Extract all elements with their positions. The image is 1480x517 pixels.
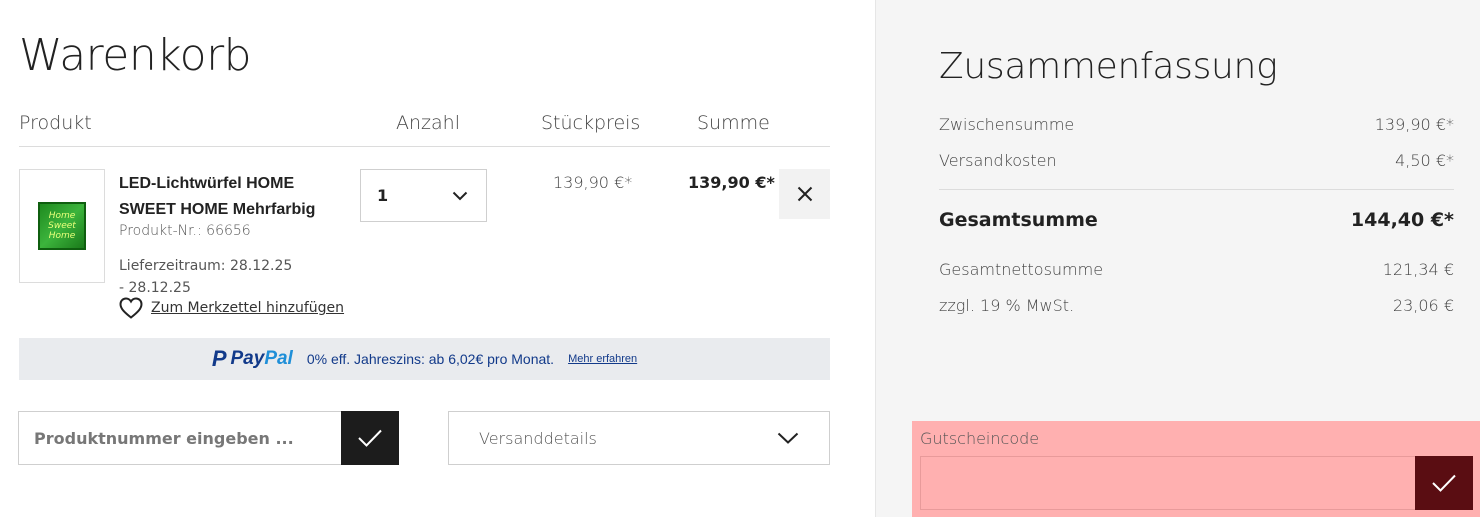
paypal-installment-text: 0% eff. Jahreszins: ab 6,02€ pro Monat. [306,351,555,367]
quantity-select[interactable]: 1 [360,169,487,222]
net-total-value: 121,34 € [1382,260,1454,279]
summary-title: Zusammenfassung [939,46,1278,87]
product-image-content: Home Sweet Home [38,202,86,250]
subtotal-value: 139,90 €* [1374,115,1454,134]
total-value: 144,40 €* [1350,209,1454,231]
voucher-label: Gutscheincode [920,429,1040,448]
page-title: Warenkorb [19,30,252,81]
remove-item-button[interactable] [779,169,830,219]
column-header-quantity: Anzahl [396,112,460,134]
product-name-link[interactable]: LED-Lichtwürfel HOME SWEET HOME Mehrfarb… [119,171,349,223]
shipping-details-dropdown[interactable]: Versanddetails [448,411,830,465]
shipping-cost-label: Versandkosten [939,151,1057,170]
product-number-input[interactable] [18,411,342,465]
total-row: Gesamtsumme 144,40 €* [939,209,1454,231]
heart-icon [119,297,143,319]
column-header-product: Produkt [19,112,92,134]
wishlist-label: Zum Merkzettel hinzufügen [151,300,345,316]
column-header-sum: Summe [697,112,770,134]
subtotal-row: Zwischensumme 139,90 €* [939,115,1454,134]
paypal-installment-banner: P PayPal 0% eff. Jahreszins: ab 6,02€ pr… [19,338,830,380]
summary-divider [939,189,1454,190]
add-to-wishlist-link[interactable]: Zum Merkzettel hinzufügen [119,297,344,319]
column-header-unit-price: Stückpreis [541,112,641,134]
tax-row: zzgl. 19 % MwSt. 23,06 € [939,296,1454,315]
paypal-mark: P [211,346,227,371]
shipping-details-label: Versanddetails [479,428,597,448]
paypal-wordmark-pal: Pal [264,348,293,369]
line-total: 139,90 €* [688,173,775,192]
shipping-cost-row: Versandkosten 4,50 €* [939,151,1454,170]
checkmark-icon [1432,474,1456,492]
total-label: Gesamtsumme [939,209,1098,231]
paypal-more-info-link[interactable]: Mehr erfahren [568,353,637,365]
checkmark-icon [358,429,382,447]
product-number: Produkt-Nr.: 66656 [119,223,251,239]
voucher-form: Gutscheincode [912,421,1480,517]
voucher-submit-button[interactable] [1415,456,1473,510]
chevron-down-icon [777,432,799,444]
header-divider [19,146,830,147]
product-image-text: Home Sweet Home [48,211,76,241]
summary-panel: Zusammenfassung Zwischensumme 139,90 €* … [875,0,1480,517]
tax-label: zzgl. 19 % MwSt. [939,296,1075,315]
paypal-wordmark-pay: Pay [230,348,265,369]
net-total-label: Gesamtnettosumme [939,260,1104,279]
product-image[interactable]: Home Sweet Home [19,169,105,283]
close-icon [797,186,812,202]
shipping-cost-value: 4,50 €* [1395,151,1454,170]
cart-panel: Warenkorb Produkt Anzahl Stückpreis Summ… [0,0,875,517]
tax-value: 23,06 € [1392,296,1454,315]
paypal-logo: P PayPal [212,346,293,372]
voucher-input[interactable] [920,456,1416,510]
delivery-period: Lieferzeitraum: 28.12.25 - 28.12.25 [119,258,293,296]
quantity-value: 1 [377,186,389,205]
unit-price: 139,90 €* [553,173,633,192]
subtotal-label: Zwischensumme [939,115,1075,134]
net-total-row: Gesamtnettosumme 121,34 € [939,260,1454,279]
chevron-down-icon [452,191,468,200]
add-product-button[interactable] [341,411,399,465]
paypal-wordmark: PayPal [231,348,293,370]
